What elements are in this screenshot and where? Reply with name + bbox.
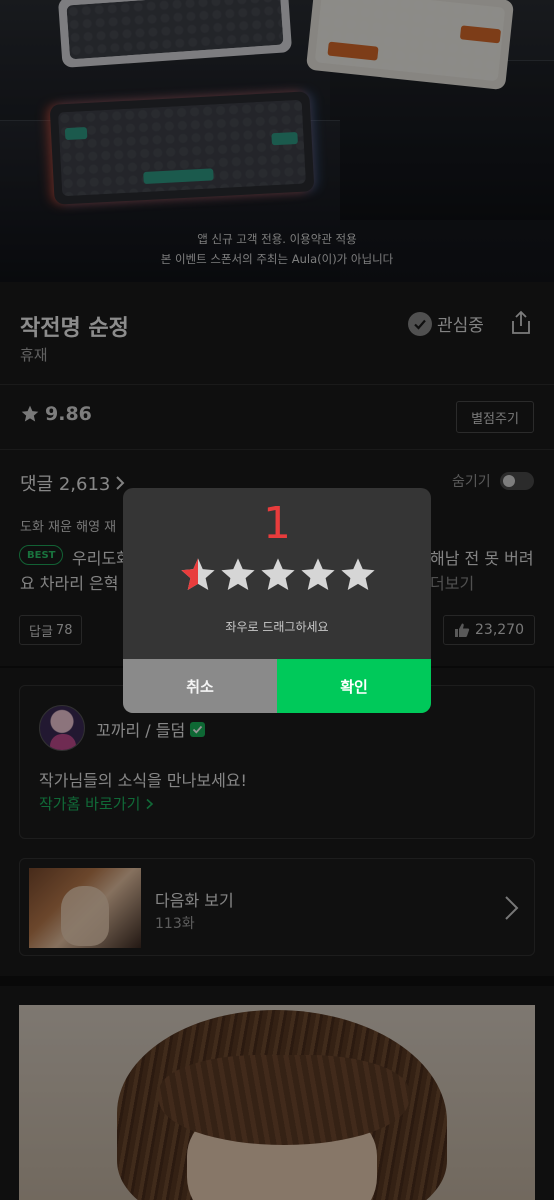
star-icon[interactable] — [259, 556, 297, 594]
star-rating-slider[interactable] — [179, 556, 377, 594]
star-icon-half[interactable] — [179, 556, 217, 594]
drag-hint: 좌우로 드래그하세요 — [225, 620, 329, 634]
confirm-button[interactable]: 확인 — [277, 659, 431, 713]
star-icon[interactable] — [219, 556, 257, 594]
star-icon[interactable] — [299, 556, 337, 594]
rating-modal: 1 좌우로 드래그하세요 취소 확인 — [123, 488, 431, 713]
selected-score: 1 — [263, 498, 291, 549]
cancel-button[interactable]: 취소 — [123, 659, 277, 713]
star-icon[interactable] — [339, 556, 377, 594]
